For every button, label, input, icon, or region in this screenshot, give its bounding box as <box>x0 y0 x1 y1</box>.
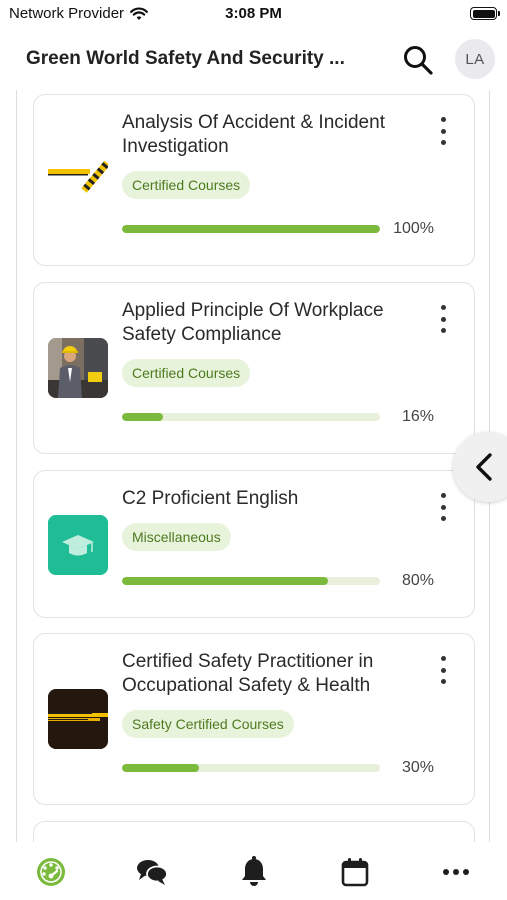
status-bar: Network Provider 3:08 PM <box>0 0 507 30</box>
battery-icon <box>470 7 500 20</box>
progress-fill <box>122 764 200 772</box>
course-title[interactable]: C2 Proficient English <box>122 487 422 511</box>
course-menu-button[interactable] <box>436 493 450 521</box>
status-time: 3:08 PM <box>225 5 282 22</box>
dark-banner-thumbnail <box>48 689 108 749</box>
course-menu-button[interactable] <box>436 117 450 145</box>
search-button[interactable] <box>400 42 436 78</box>
course-card[interactable] <box>33 821 475 842</box>
caution-tape-thumbnail <box>48 151 108 211</box>
progress-fill <box>122 577 329 585</box>
app-header: Green World Safety And Security ... LA <box>0 30 507 88</box>
page-title: Green World Safety And Security ... <box>26 48 345 69</box>
bottom-tab-bar <box>0 842 507 900</box>
course-title[interactable]: Applied Principle Of Workplace Safety Co… <box>122 299 422 347</box>
progress-percent: 80% <box>401 572 434 589</box>
avatar[interactable]: LA <box>455 39 495 79</box>
progress-bar <box>122 225 380 233</box>
search-icon <box>404 46 433 75</box>
category-badge: Safety Certified Courses <box>122 710 294 738</box>
course-card[interactable]: C2 Proficient English Miscellaneous 80% <box>33 470 475 618</box>
course-title[interactable]: Certified Safety Practitioner in Occupat… <box>122 650 422 698</box>
course-card[interactable]: Analysis Of Accident & Incident Investig… <box>33 94 475 266</box>
tab-chat[interactable] <box>134 854 170 890</box>
course-menu-button[interactable] <box>436 656 450 684</box>
category-badge: Miscellaneous <box>122 523 231 551</box>
course-card[interactable]: Certified Safety Practitioner in Occupat… <box>33 633 475 805</box>
category-badge: Certified Courses <box>122 171 251 199</box>
category-badge: Certified Courses <box>122 359 251 387</box>
progress-percent: 100% <box>393 220 434 237</box>
tab-dashboard[interactable] <box>33 854 69 890</box>
more-icon <box>443 869 469 875</box>
calendar-icon <box>341 858 369 887</box>
safety-worker-photo-thumbnail <box>48 338 108 398</box>
dashboard-icon <box>37 858 65 886</box>
progress-fill <box>122 225 380 233</box>
progress-bar <box>122 413 380 421</box>
graduation-cap-icon <box>48 515 108 575</box>
chat-icon <box>137 860 168 885</box>
course-menu-button[interactable] <box>436 305 450 333</box>
progress-percent: 16% <box>401 408 434 425</box>
progress-bar <box>122 577 380 585</box>
progress-bar <box>122 764 380 772</box>
course-card[interactable]: Applied Principle Of Workplace Safety Co… <box>33 282 475 454</box>
tab-calendar[interactable] <box>337 854 373 890</box>
tab-more[interactable] <box>438 854 474 890</box>
tab-notifications[interactable] <box>236 854 272 890</box>
bell-icon <box>242 856 266 886</box>
progress-percent: 30% <box>401 759 434 776</box>
progress-fill <box>122 413 164 421</box>
course-title[interactable]: Analysis Of Accident & Incident Investig… <box>122 111 422 159</box>
course-list[interactable]: Analysis Of Accident & Incident Investig… <box>16 90 490 842</box>
chevron-left-icon <box>476 453 492 481</box>
